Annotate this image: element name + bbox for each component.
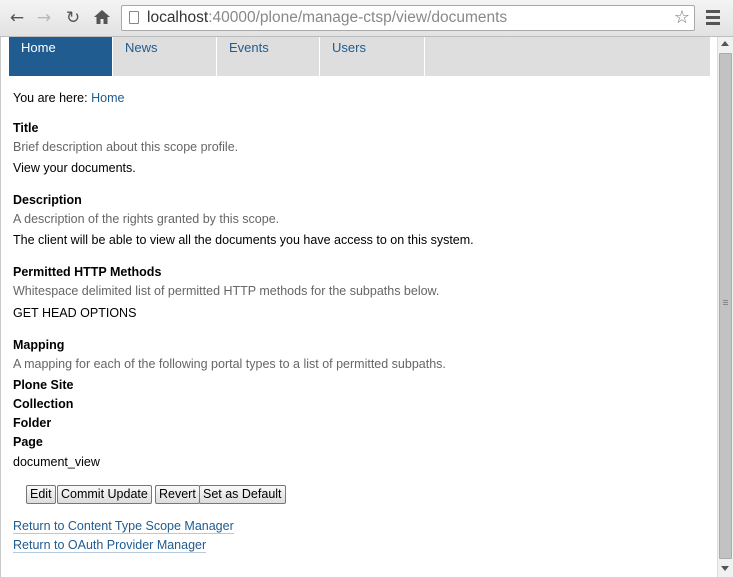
scroll-up-arrow-icon[interactable]: [721, 41, 729, 46]
browser-menu-icon[interactable]: [706, 10, 720, 26]
mapping-type-folder: Folder: [13, 416, 52, 430]
edit-button[interactable]: Edit: [26, 485, 56, 504]
methods-help: Whitespace delimited list of permitted H…: [13, 284, 440, 298]
breadcrumb-label: You are here:: [13, 91, 88, 105]
description-label: Description: [13, 193, 82, 207]
home-icon-svg: [94, 10, 110, 24]
mapping-type-plone-site: Plone Site: [13, 378, 74, 392]
revert-button[interactable]: Revert: [155, 485, 200, 504]
forward-arrow-icon[interactable]: →: [34, 8, 54, 28]
bookmark-star-icon[interactable]: ☆: [674, 7, 690, 29]
scrollbar-thumb[interactable]: [719, 53, 732, 559]
provider-manager-link-row: Return to OAuth Provider Manager: [13, 538, 207, 553]
back-arrow-icon[interactable]: ←: [7, 8, 27, 28]
title-help: Brief description about this scope profi…: [13, 140, 239, 154]
breadcrumb-home-link[interactable]: Home: [91, 91, 124, 105]
mapping-page-value: document_view: [13, 455, 100, 469]
mapping-type-collection: Collection: [13, 397, 74, 411]
scope-manager-link[interactable]: Return to Content Type Scope Manager: [13, 519, 234, 534]
grip-icon: [723, 300, 728, 301]
set-default-button[interactable]: Set as Default: [199, 485, 286, 504]
portal-tabs: Home News Events Users: [9, 37, 710, 76]
address-bar[interactable]: localhost:40000/plone/manage-ctsp/view/d…: [121, 5, 695, 31]
methods-value: GET HEAD OPTIONS: [13, 306, 137, 320]
vertical-scrollbar[interactable]: [717, 37, 733, 577]
mapping-help: A mapping for each of the following port…: [13, 357, 446, 371]
scope-manager-link-row: Return to Content Type Scope Manager: [13, 519, 234, 534]
page-viewport: Home News Events Users You are here: Hom…: [0, 37, 717, 577]
tab-news[interactable]: News: [113, 37, 217, 76]
reload-icon[interactable]: ↻: [63, 8, 83, 28]
tab-users[interactable]: Users: [320, 37, 425, 76]
description-help: A description of the rights granted by t…: [13, 212, 280, 226]
methods-label: Permitted HTTP Methods: [13, 265, 162, 279]
tab-home[interactable]: Home: [9, 37, 113, 76]
page-icon: [129, 11, 139, 24]
title-value: View your documents.: [13, 161, 136, 175]
title-label: Title: [13, 121, 39, 135]
url-host: localhost: [147, 9, 209, 26]
tab-events[interactable]: Events: [217, 37, 320, 76]
url-text: localhost:40000/plone/manage-ctsp/view/d…: [147, 9, 507, 27]
browser-toolbar: ← → ↻ localhost:40000/plone/manage-ctsp/…: [0, 0, 733, 37]
description-value: The client will be able to view all the …: [13, 233, 474, 247]
breadcrumb: You are here: Home: [13, 91, 124, 105]
home-icon[interactable]: [92, 8, 112, 28]
scroll-down-arrow-icon[interactable]: [721, 566, 729, 571]
mapping-type-page: Page: [13, 435, 43, 449]
mapping-label: Mapping: [13, 338, 65, 352]
commit-update-button[interactable]: Commit Update: [57, 485, 152, 504]
url-path: :40000/plone/manage-ctsp/view/documents: [208, 9, 508, 26]
provider-manager-link[interactable]: Return to OAuth Provider Manager: [13, 538, 207, 553]
